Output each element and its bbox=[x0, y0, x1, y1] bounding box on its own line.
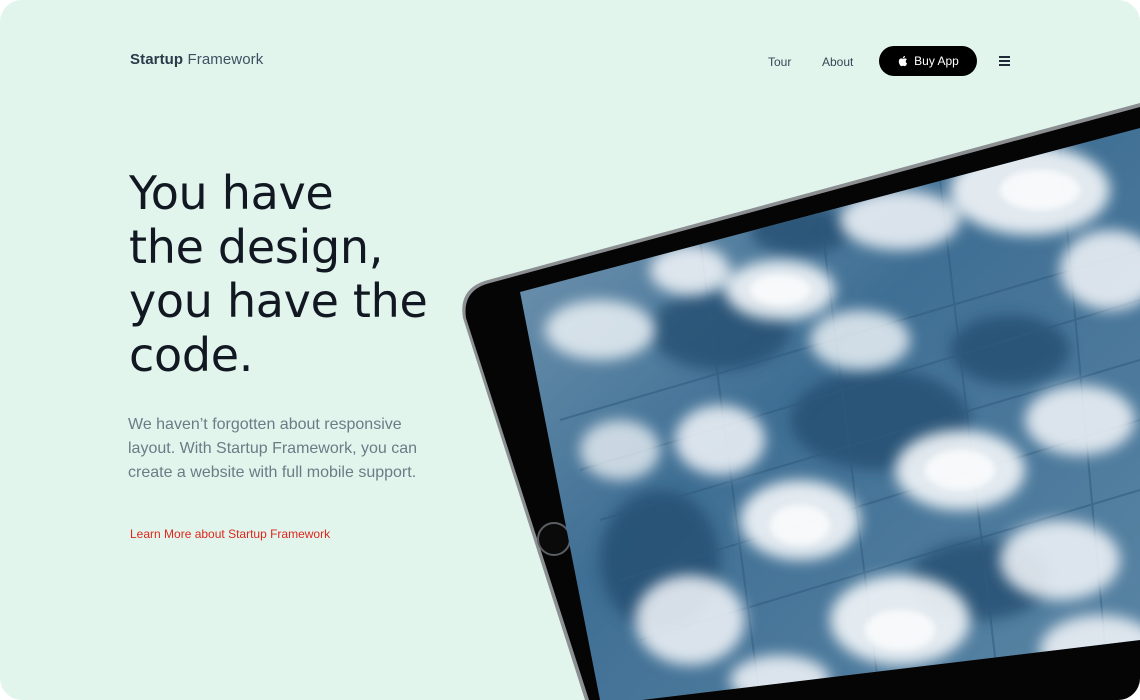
tablet-illustration-area bbox=[0, 0, 1140, 700]
landing-page: Startup Framework Tour About Buy App You… bbox=[0, 0, 1140, 700]
home-button bbox=[537, 522, 571, 556]
tablet-image bbox=[462, 103, 1140, 700]
